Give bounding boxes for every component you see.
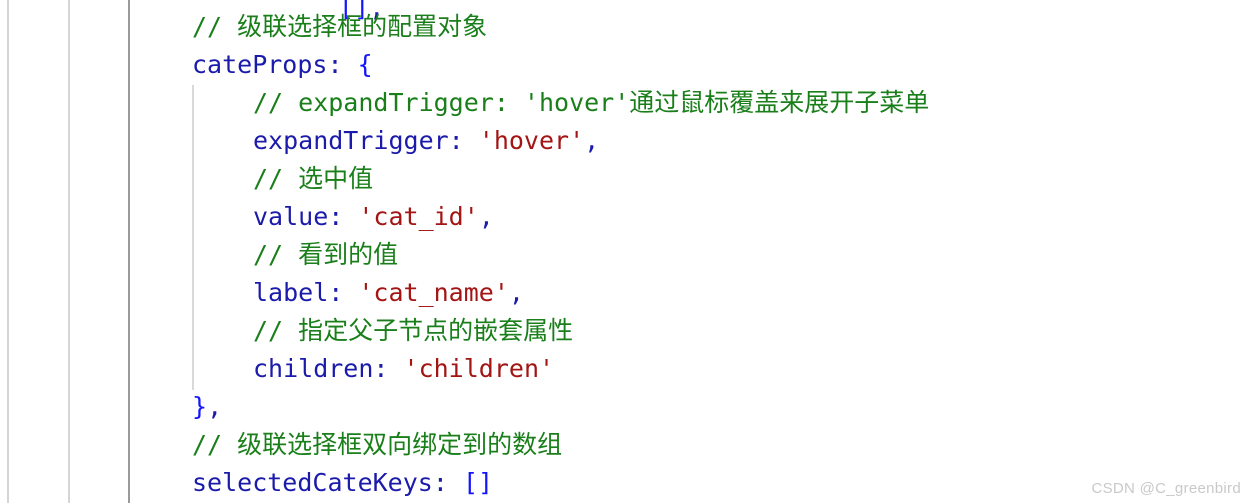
token-key: expandTrigger	[253, 126, 449, 155]
line-cateprops-open[interactable]: cateProps: {	[0, 46, 1249, 84]
token-punct: ,	[508, 278, 524, 307]
token-key: label	[253, 278, 329, 307]
line-label[interactable]: label: 'cat_name',	[0, 274, 1249, 312]
token-punct: ,	[478, 202, 494, 231]
token-punct: :	[327, 50, 358, 79]
token-comment: // 选中值	[253, 164, 374, 193]
line-comment-label[interactable]: // 看到的值	[0, 236, 1249, 274]
token-punct: :	[373, 354, 404, 383]
token-key: selectedCateKeys	[192, 468, 433, 497]
token-punct: :	[432, 468, 463, 497]
token-brace: }	[192, 392, 208, 421]
line-expandtrigger[interactable]: expandTrigger: 'hover',	[0, 122, 1249, 160]
token-punct: ,	[207, 392, 223, 421]
token-comment: // 级联选择框双向绑定到的数组	[192, 430, 563, 459]
token-comment: // expandTrigger: 'hover'通过鼠标覆盖来展开子菜单	[253, 88, 930, 117]
line-comment-children[interactable]: // 指定父子节点的嵌套属性	[0, 312, 1249, 350]
csdn-watermark: CSDN @C_greenbird	[1091, 480, 1241, 497]
line-comment-expandtrigger[interactable]: // expandTrigger: 'hover'通过鼠标覆盖来展开子菜单	[0, 84, 1249, 122]
code-editor-pane: [], // 级联选择框的配置对象 cateProps: { // expandTri…	[0, 0, 1249, 503]
token-punct: :	[328, 278, 359, 307]
token-comment: // 看到的值	[253, 240, 399, 269]
code-content[interactable]: [], // 级联选择框的配置对象 cateProps: { // expandTri…	[0, 0, 1249, 503]
token-bracket: []	[462, 468, 494, 497]
token-brace: {	[357, 50, 373, 79]
token-key: children	[253, 354, 374, 383]
line-comment-value[interactable]: // 选中值	[0, 160, 1249, 198]
line-comment-selectedcatekeys[interactable]: // 级联选择框双向绑定到的数组	[0, 426, 1249, 464]
token-punct: :	[328, 202, 359, 231]
line-cateprops-close[interactable]: },	[0, 388, 1249, 426]
token-punct: ,	[584, 126, 600, 155]
token-string: 'cat_id'	[358, 202, 479, 231]
line-value[interactable]: value: 'cat_id',	[0, 198, 1249, 236]
token-punct: :	[448, 126, 479, 155]
line-children[interactable]: children: 'children'	[0, 350, 1249, 388]
line-comment-cateprops[interactable]: // 级联选择框的配置对象	[0, 8, 1249, 46]
token-comment: // 级联选择框的配置对象	[192, 12, 488, 41]
token-string: 'hover'	[478, 126, 585, 155]
token-key: value	[253, 202, 329, 231]
line-selectedcatekeys[interactable]: selectedCateKeys: []	[0, 464, 1249, 502]
token-comment: // 指定父子节点的嵌套属性	[253, 316, 574, 345]
token-key: cateProps	[192, 50, 328, 79]
token-string: 'cat_name'	[358, 278, 509, 307]
token-string: 'children'	[403, 354, 555, 383]
